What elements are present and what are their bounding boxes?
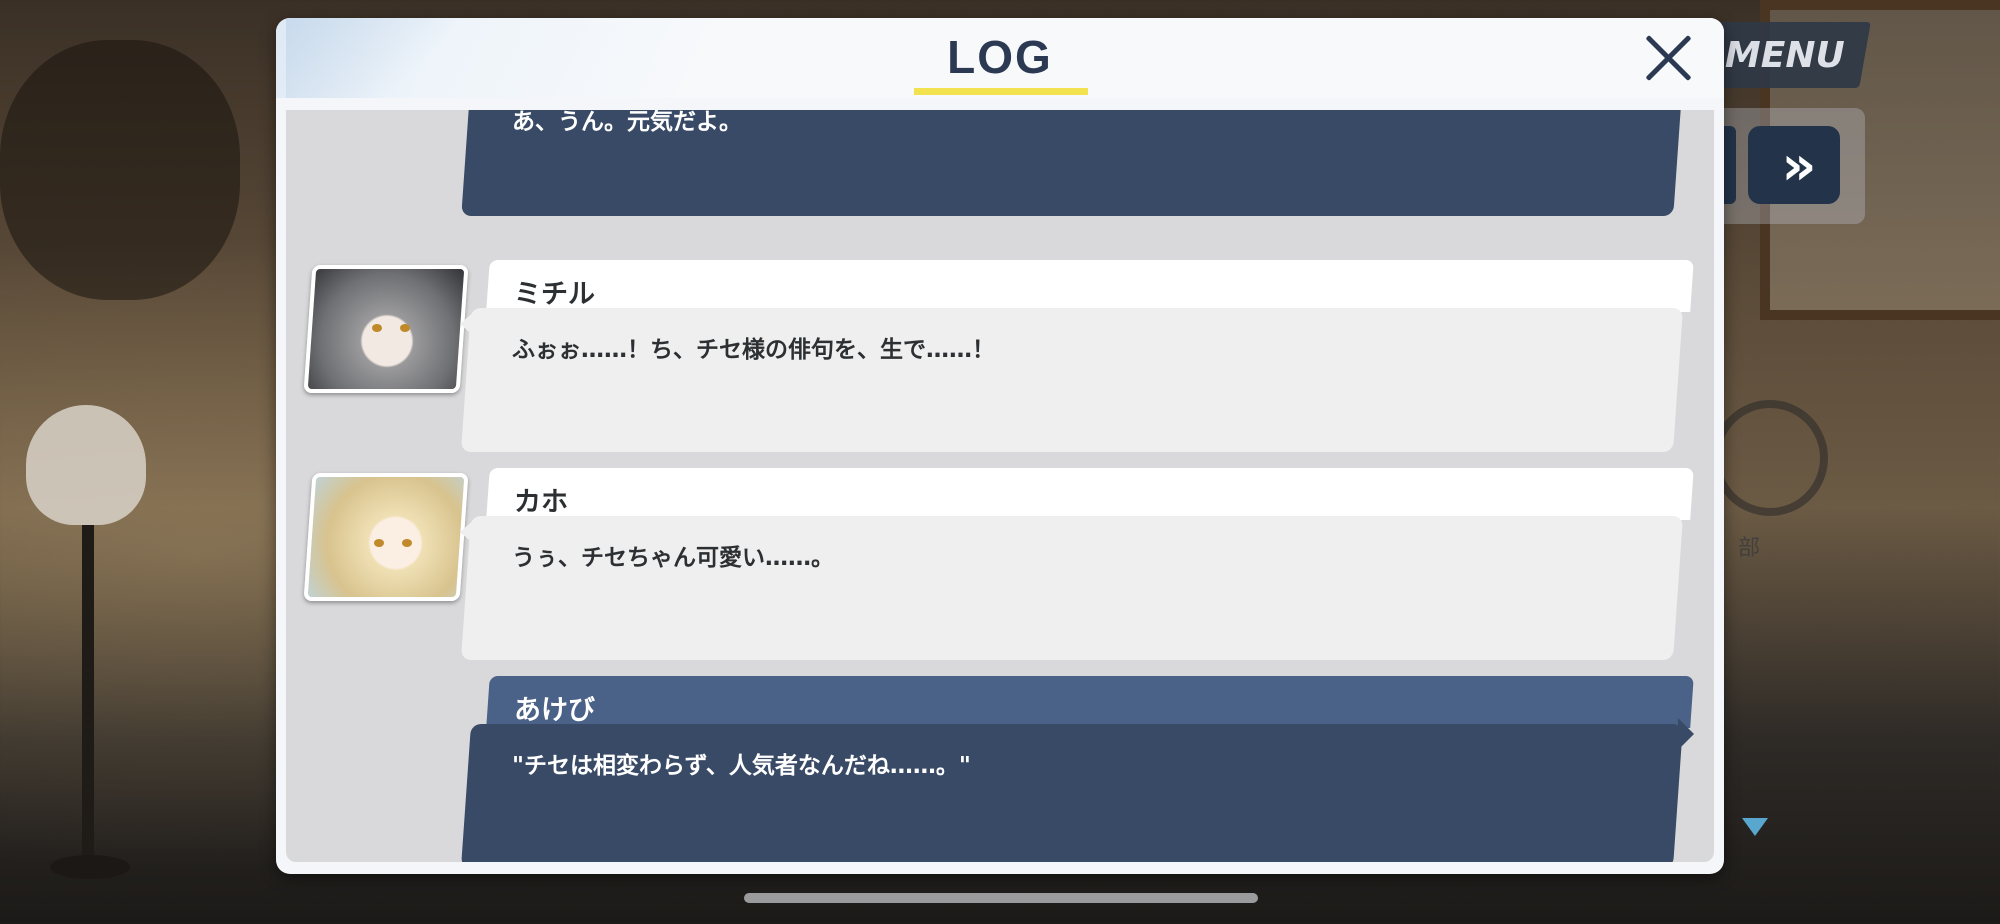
background-tree xyxy=(0,40,240,300)
portrait-eye xyxy=(402,539,412,547)
close-icon[interactable] xyxy=(1640,30,1698,88)
speaker-name: あけび xyxy=(514,695,595,726)
character-portrait xyxy=(303,265,469,393)
portrait-eye xyxy=(372,324,382,332)
speaker-name-plate xyxy=(486,676,1694,728)
portrait-eye xyxy=(400,324,410,332)
club-emblem xyxy=(1712,400,1828,516)
next-indicator-icon xyxy=(1742,818,1768,836)
character-portrait xyxy=(303,473,469,601)
message-text: "チセは相変わらず、人気者なんだね……。" xyxy=(512,753,971,779)
menu-label: MENU xyxy=(1725,34,1845,76)
lamp-shade xyxy=(26,405,146,525)
portrait-image xyxy=(303,269,469,389)
log-title: LOG xyxy=(947,31,1053,83)
speaker-name: カホ xyxy=(514,487,568,518)
speaker-name-plate xyxy=(486,468,1694,520)
portrait-eye xyxy=(374,539,384,547)
menu-button[interactable]: MENU xyxy=(1699,22,1871,88)
message-text: ふぉぉ……！ち、チセ様の俳句を、生で……！ xyxy=(512,337,995,363)
title-underline xyxy=(914,88,1088,95)
speaker-name-plate xyxy=(486,260,1694,312)
bubble-pointer xyxy=(460,310,476,338)
lamp-base xyxy=(50,855,130,879)
log-list[interactable]: あ、うん。元気だよ。 ミチル ふぉぉ……！ち、チセ様の俳句を、生で……！ カホ … xyxy=(286,110,1714,862)
fast-forward-icon: » xyxy=(1781,133,1817,197)
club-emblem-text: 部 xyxy=(1738,536,1761,561)
log-panel: LOG あ、うん。元気だよ。 ミチル ふぉぉ……！ち、チセ様の俳句を、生で……！ xyxy=(276,18,1724,874)
speaker-name: ミチル xyxy=(514,279,595,310)
message-bubble xyxy=(460,724,1684,862)
lamp-pole xyxy=(82,525,94,865)
fast-forward-button[interactable]: » xyxy=(1748,126,1840,204)
message-text: うぅ、チセちゃん可愛い……。 xyxy=(512,545,834,571)
bubble-pointer xyxy=(460,518,476,546)
message-text: あ、うん。元気だよ。 xyxy=(512,110,742,135)
portrait-image xyxy=(303,477,469,597)
log-entry: あ、うん。元気だよ。 xyxy=(286,110,1714,230)
bubble-pointer xyxy=(1678,718,1694,750)
home-indicator[interactable] xyxy=(744,893,1258,903)
log-header: LOG xyxy=(276,18,1724,98)
